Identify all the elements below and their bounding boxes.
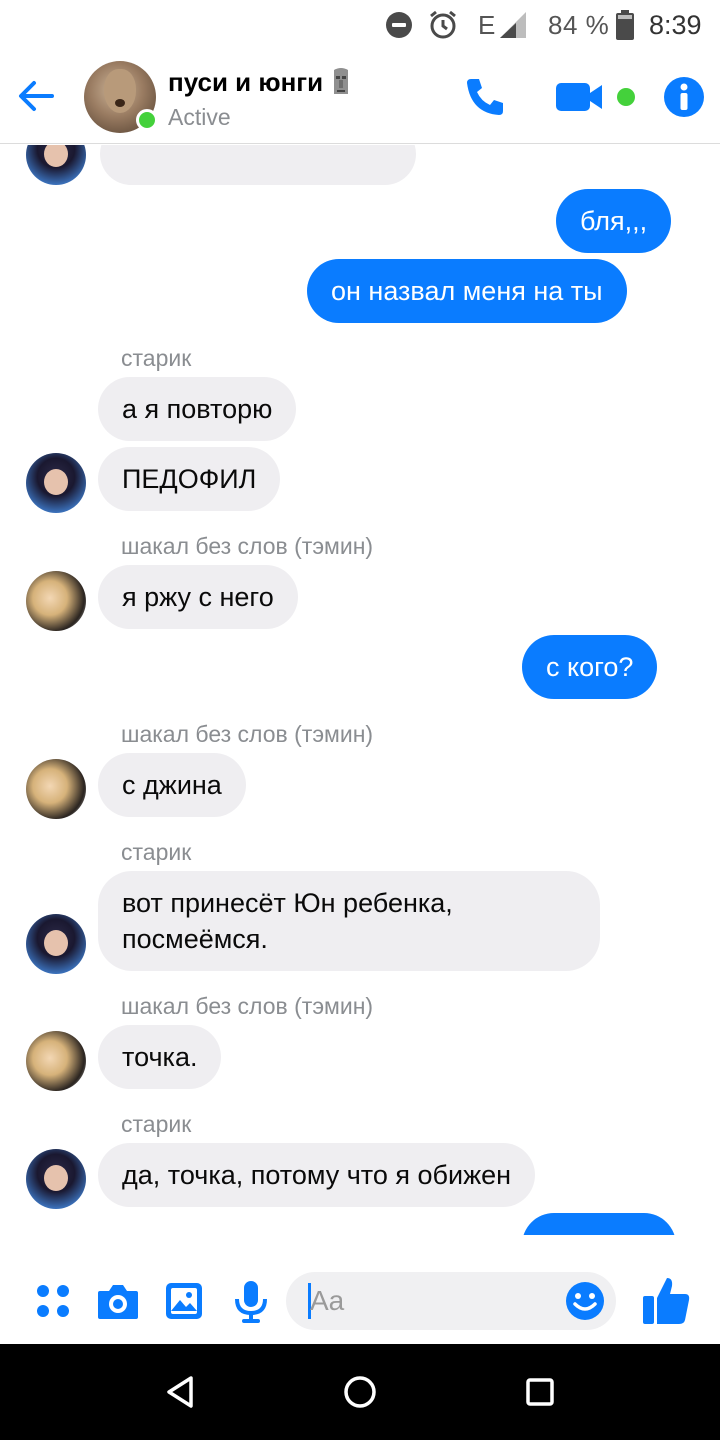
message-composer [0,1258,720,1344]
like-button[interactable] [640,1272,692,1328]
message-input[interactable] [310,1278,570,1324]
thumbs-up-icon [643,1278,690,1324]
system-navigation-bar [0,1344,720,1440]
gallery-button[interactable] [161,1278,207,1324]
message-bubble-incoming[interactable]: да, точка, потому что я обижен [98,1143,536,1207]
do-not-disturb-icon [384,8,414,42]
info-button[interactable] [662,74,706,120]
message-bubble-partial[interactable] [522,1213,676,1235]
sender-name: шакал без слов (тэмин) [121,721,374,747]
voice-message-button[interactable] [228,1278,274,1324]
clock: 8:39 [649,9,702,40]
nav-recents-button[interactable] [516,1368,564,1416]
four-dots-icon [37,1285,69,1317]
sender-name: старик [121,839,192,865]
group-avatar[interactable] [84,61,158,133]
sender-avatar[interactable] [26,1149,86,1209]
camera-icon [98,1285,138,1319]
circle-home-icon [344,1376,376,1408]
chat-title[interactable]: пуси и юнги [168,66,353,98]
status-bar: E 84 % 8:39 [0,0,720,50]
message-list[interactable]: бля,,, он назвал меня на ты старик а я п… [0,145,720,1235]
message-bubble-outgoing[interactable]: бля,,, [556,189,672,253]
emoji-button[interactable] [564,1280,606,1322]
moai-emoji-icon [334,68,349,94]
signal-icon: E [478,8,528,42]
sender-avatar[interactable] [26,914,86,974]
alarm-icon [427,8,459,42]
chat-status: Active [168,104,231,130]
info-icon [664,77,704,117]
sender-name: шакал без слов (тэмин) [121,993,374,1019]
message-bubble-outgoing[interactable]: он назвал меня на ты [307,259,627,323]
message-bubble-incoming[interactable]: с джина [98,753,246,817]
camera-button[interactable] [95,1278,141,1324]
video-camera-icon [556,83,635,111]
sender-avatar[interactable] [26,453,86,513]
more-actions-button[interactable] [30,1278,76,1324]
message-bubble-incoming[interactable]: вот принесёт Юн ребенка, посмеёмся. [98,871,600,971]
sender-avatar[interactable] [26,759,86,819]
voice-call-button[interactable] [460,74,510,120]
battery-percent: 84 % [548,9,610,40]
back-arrow-icon [19,81,54,111]
message-bubble-incoming[interactable]: точка. [98,1025,222,1089]
phone-icon [467,79,503,115]
triangle-back-icon [167,1376,193,1408]
nav-back-button[interactable] [156,1368,204,1416]
sender-name: шакал без слов (тэмин) [121,533,374,559]
chat-header: пуси и юнги Active [0,50,720,144]
video-call-button[interactable] [554,74,640,120]
smiley-icon [566,1282,604,1320]
back-button[interactable] [14,74,58,118]
battery-icon [616,8,634,42]
message-input-box[interactable] [286,1272,616,1330]
image-icon [166,1283,202,1319]
microphone-icon [235,1281,267,1323]
message-bubble-incoming[interactable]: я ржу с него [98,565,298,629]
active-status-dot [136,109,158,131]
message-bubble-outgoing[interactable]: с кого? [522,635,658,699]
sender-avatar[interactable] [26,571,86,631]
message-bubble-partial[interactable] [100,145,416,185]
nav-home-button[interactable] [336,1368,384,1416]
network-type-label: E [478,9,496,40]
chat-title-text: пуси и юнги [168,66,324,97]
sender-name: старик [121,1111,192,1137]
sender-avatar[interactable] [26,1031,86,1091]
square-recents-icon [526,1378,554,1406]
sender-name: старик [121,345,192,371]
sender-avatar[interactable] [26,145,86,185]
message-bubble-incoming[interactable]: ПЕДОФИЛ [98,447,281,511]
message-bubble-incoming[interactable]: а я повторю [98,377,297,441]
